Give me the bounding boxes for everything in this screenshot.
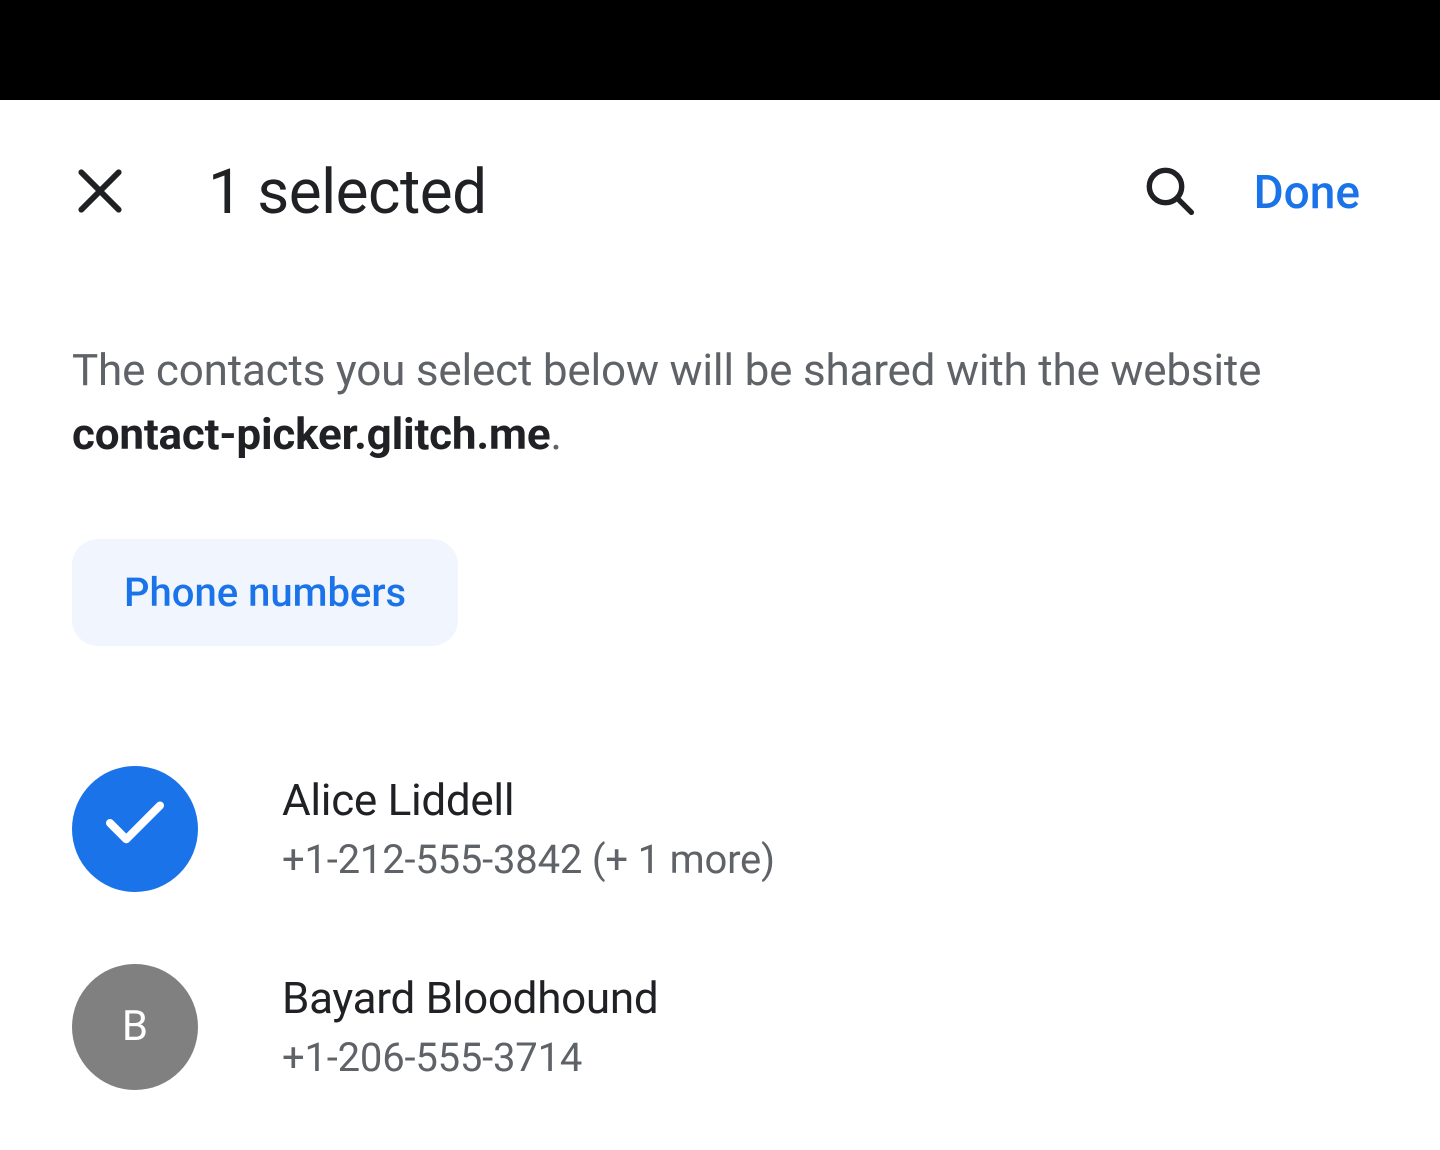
close-icon: [72, 163, 128, 223]
contact-phone: +1-212-555-3842 (+ 1 more): [282, 836, 775, 883]
contact-phone: +1-206-555-3714: [282, 1034, 658, 1081]
contact-avatar-selected: [72, 766, 198, 892]
check-icon: [105, 800, 165, 857]
selection-count-title: 1 selected: [208, 156, 1062, 229]
contact-name: Bayard Bloodhound: [282, 972, 658, 1024]
contact-row[interactable]: B Bayard Bloodhound +1-206-555-3714: [72, 928, 1368, 1126]
share-description: The contacts you select below will be sh…: [72, 273, 1368, 515]
header: 1 selected Done: [72, 100, 1368, 273]
search-button[interactable]: [1142, 165, 1198, 221]
contact-avatar: B: [72, 964, 198, 1090]
status-bar: [0, 0, 1440, 100]
contact-name: Alice Liddell: [282, 774, 775, 826]
contact-row[interactable]: Alice Liddell +1-212-555-3842 (+ 1 more): [72, 730, 1368, 928]
search-icon: [1143, 164, 1197, 222]
website-name: contact-picker.glitch.me: [72, 408, 550, 460]
done-button[interactable]: Done: [1254, 166, 1368, 220]
contact-list: Alice Liddell +1-212-555-3842 (+ 1 more)…: [72, 694, 1368, 1126]
close-button[interactable]: [72, 165, 128, 221]
avatar-initial: B: [122, 1002, 148, 1051]
filter-chip-phone-numbers[interactable]: Phone numbers: [72, 539, 458, 646]
